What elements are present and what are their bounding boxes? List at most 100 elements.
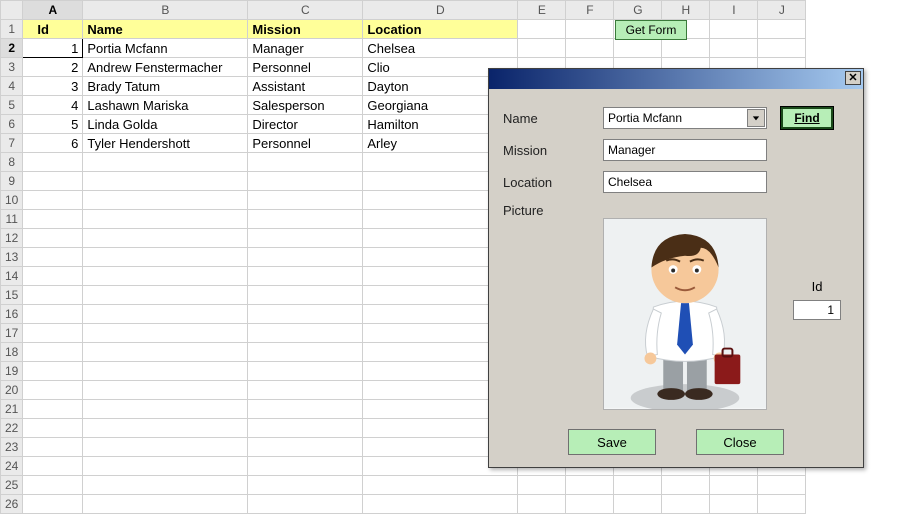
cell[interactable]: Name [83, 20, 248, 39]
chevron-down-icon[interactable] [747, 109, 765, 127]
cell[interactable] [83, 153, 248, 172]
cell[interactable] [23, 229, 83, 248]
row-header[interactable]: 15 [1, 286, 23, 305]
cell[interactable] [566, 39, 614, 58]
cell[interactable]: Linda Golda [83, 115, 248, 134]
cell[interactable] [83, 362, 248, 381]
cell[interactable] [248, 438, 363, 457]
cell[interactable] [83, 495, 248, 514]
cell[interactable] [248, 229, 363, 248]
cell[interactable]: Lashawn Mariska [83, 96, 248, 115]
cell[interactable] [83, 438, 248, 457]
cell[interactable]: 2 [23, 58, 83, 77]
cell[interactable] [518, 20, 566, 39]
col-header-C[interactable]: C [248, 1, 363, 20]
col-header-G[interactable]: G [614, 1, 662, 20]
cell[interactable] [248, 476, 363, 495]
cell[interactable]: Location [363, 20, 518, 39]
row-header[interactable]: 26 [1, 495, 23, 514]
cell[interactable] [248, 267, 363, 286]
cell[interactable] [710, 20, 758, 39]
col-header-B[interactable]: B [83, 1, 248, 20]
cell[interactable] [83, 286, 248, 305]
cell[interactable] [614, 476, 662, 495]
cell[interactable] [248, 362, 363, 381]
cell[interactable] [758, 39, 806, 58]
corner-cell[interactable] [1, 1, 23, 20]
cell[interactable] [248, 381, 363, 400]
cell[interactable] [23, 495, 83, 514]
cell[interactable] [83, 419, 248, 438]
row-header[interactable]: 19 [1, 362, 23, 381]
row-header[interactable]: 21 [1, 400, 23, 419]
cell[interactable] [23, 381, 83, 400]
cell[interactable] [614, 39, 662, 58]
row-header[interactable]: 10 [1, 191, 23, 210]
cell[interactable] [23, 400, 83, 419]
cell[interactable] [758, 20, 806, 39]
cell[interactable]: 6 [23, 134, 83, 153]
row-header[interactable]: 4 [1, 77, 23, 96]
cell[interactable] [83, 324, 248, 343]
cell[interactable]: Portia Mcfann [83, 39, 248, 58]
cell[interactable] [710, 476, 758, 495]
close-icon[interactable]: ✕ [845, 71, 861, 85]
cell[interactable] [248, 191, 363, 210]
cell[interactable] [518, 495, 566, 514]
row-header[interactable]: 12 [1, 229, 23, 248]
cell[interactable]: Tyler Hendershott [83, 134, 248, 153]
cell[interactable] [248, 495, 363, 514]
cell[interactable] [248, 324, 363, 343]
row-header[interactable]: 23 [1, 438, 23, 457]
id-field[interactable]: 1 [793, 300, 841, 320]
cell[interactable] [363, 476, 518, 495]
row-header[interactable]: 6 [1, 115, 23, 134]
cell[interactable] [83, 267, 248, 286]
cell[interactable]: Manager [248, 39, 363, 58]
get-form-button[interactable]: Get Form [615, 20, 687, 40]
cell[interactable] [23, 248, 83, 267]
cell[interactable]: 3 [23, 77, 83, 96]
cell[interactable] [83, 305, 248, 324]
cell[interactable]: Brady Tatum [83, 77, 248, 96]
cell[interactable] [248, 400, 363, 419]
cell[interactable] [83, 229, 248, 248]
cell[interactable] [518, 39, 566, 58]
cell[interactable]: Personnel [248, 58, 363, 77]
col-header-J[interactable]: J [758, 1, 806, 20]
row-header[interactable]: 13 [1, 248, 23, 267]
cell[interactable]: 1 [23, 39, 83, 58]
find-button[interactable]: Find [781, 107, 833, 129]
cell[interactable] [248, 419, 363, 438]
row-header[interactable]: 8 [1, 153, 23, 172]
cell[interactable] [566, 476, 614, 495]
row-header[interactable]: 1 [1, 20, 23, 39]
row-header[interactable]: 7 [1, 134, 23, 153]
cell[interactable] [566, 20, 614, 39]
cell[interactable] [248, 172, 363, 191]
cell[interactable] [248, 210, 363, 229]
cell[interactable] [83, 248, 248, 267]
cell[interactable]: Andrew Fenstermacher [83, 58, 248, 77]
col-header-A[interactable]: A [23, 1, 83, 20]
cell[interactable]: 4 [23, 96, 83, 115]
row-header[interactable]: 16 [1, 305, 23, 324]
cell[interactable] [23, 267, 83, 286]
cell[interactable] [23, 438, 83, 457]
row-header[interactable]: 3 [1, 58, 23, 77]
cell[interactable] [23, 343, 83, 362]
cell[interactable] [23, 286, 83, 305]
cell[interactable] [23, 324, 83, 343]
cell[interactable] [248, 248, 363, 267]
cell[interactable]: Personnel [248, 134, 363, 153]
cell[interactable] [83, 476, 248, 495]
cell[interactable]: Mission [248, 20, 363, 39]
row-header[interactable]: 20 [1, 381, 23, 400]
cell[interactable] [23, 153, 83, 172]
row-header[interactable]: 11 [1, 210, 23, 229]
col-header-E[interactable]: E [518, 1, 566, 20]
row-header[interactable]: 22 [1, 419, 23, 438]
name-combobox[interactable]: Portia Mcfann [603, 107, 767, 129]
row-header[interactable]: 9 [1, 172, 23, 191]
cell[interactable] [758, 476, 806, 495]
